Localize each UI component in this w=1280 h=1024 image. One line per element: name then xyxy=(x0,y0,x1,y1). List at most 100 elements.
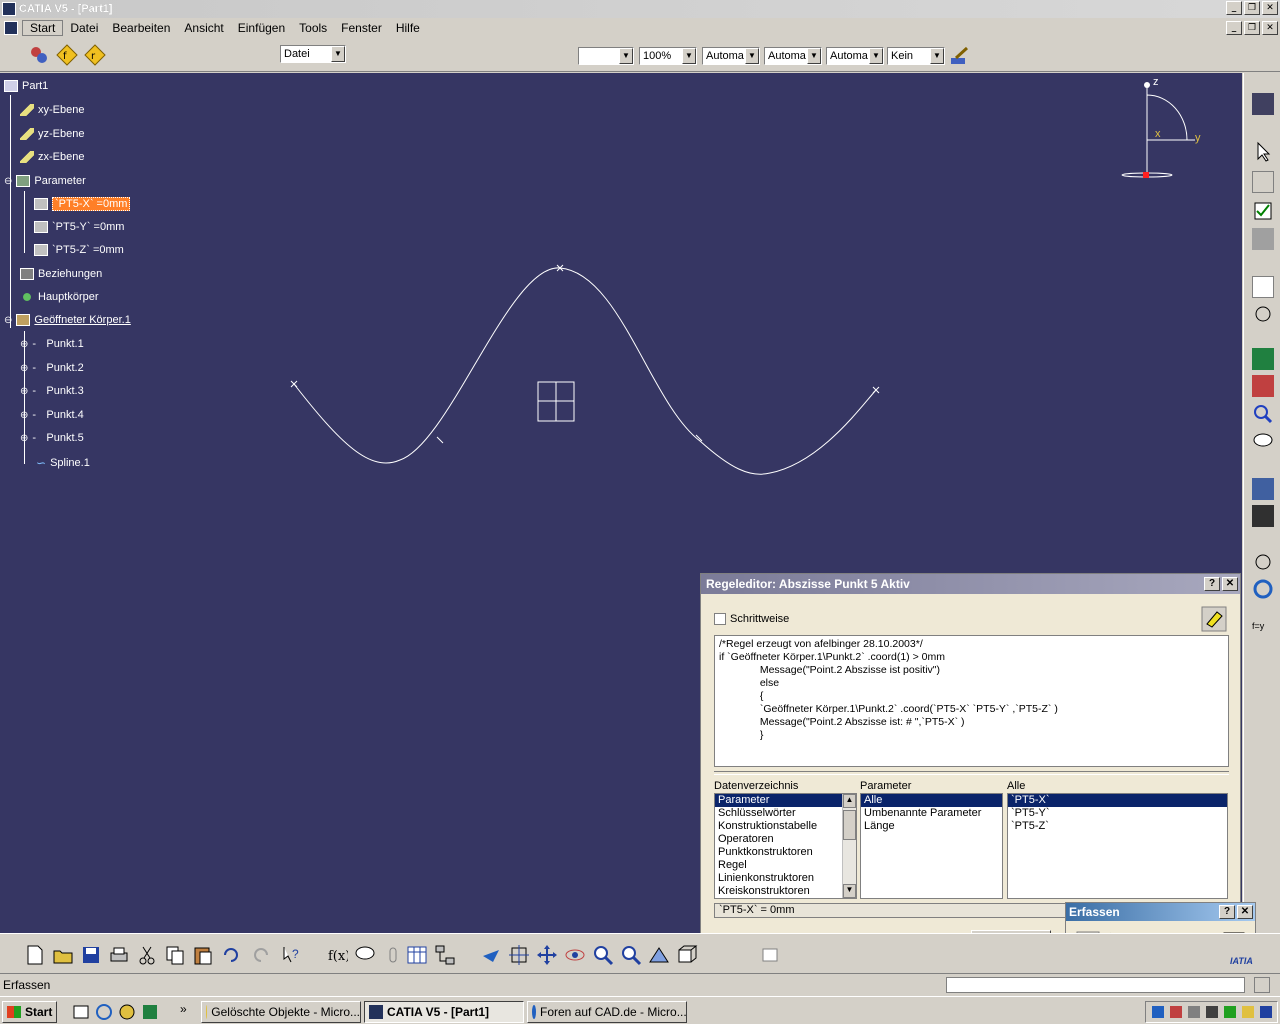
knowledge-table-icon[interactable] xyxy=(1252,348,1274,370)
redo-icon[interactable] xyxy=(250,944,272,966)
scroll-down-icon[interactable]: ▼ xyxy=(843,884,856,898)
list-item[interactable]: `PT5-X` xyxy=(1008,794,1227,807)
zoom-combo[interactable]: 100% ▼ xyxy=(639,47,697,65)
rule-code-editor[interactable]: /*Regel erzeugt von afelbinger 28.10.200… xyxy=(714,635,1229,767)
menu-fenster[interactable]: Fenster xyxy=(334,21,389,35)
knowledge-icon[interactable] xyxy=(28,44,50,66)
copy-icon[interactable] xyxy=(164,944,186,966)
paste-icon[interactable] xyxy=(192,944,214,966)
datenverzeichnis-list[interactable]: Parameter Schlüsselwörter Konstruktionst… xyxy=(714,793,857,899)
show-desktop-icon[interactable] xyxy=(72,1003,90,1021)
iso-view-icon[interactable] xyxy=(676,944,698,966)
tray-app-icon[interactable] xyxy=(1260,1006,1272,1018)
window-titlebar[interactable]: CATIA V5 - [Part1] _ ❐ ✕ xyxy=(0,0,1280,18)
search-icon[interactable] xyxy=(1252,403,1274,425)
law-icon[interactable] xyxy=(1252,551,1274,573)
save-icon[interactable] xyxy=(80,944,102,966)
parameter-filter-list[interactable]: Alle Umbenannte Parameter Länge xyxy=(860,793,1003,899)
dialog-titlebar[interactable]: Regeleditor: Abszisse Punkt 5 Aktiv ? ✕ xyxy=(701,574,1240,594)
list-item[interactable]: Linienkonstruktoren xyxy=(715,872,856,885)
scroll-up-icon[interactable]: ▲ xyxy=(843,794,856,808)
minimize-button[interactable]: _ xyxy=(1226,1,1242,15)
status-button[interactable] xyxy=(1254,977,1270,993)
fx-formula-icon[interactable]: f(x) xyxy=(326,944,348,966)
splitter[interactable] xyxy=(714,771,1229,775)
quicklaunch-more-icon[interactable]: » xyxy=(180,1002,187,1016)
checkbox-box[interactable] xyxy=(714,613,726,625)
scrollbar[interactable]: ▲ ▼ xyxy=(842,794,856,898)
erfassen-close-button[interactable]: ✕ xyxy=(1237,905,1253,919)
datei-combo[interactable]: Datei ▼ xyxy=(280,45,346,63)
comment-icon[interactable] xyxy=(1252,431,1274,453)
restore-button[interactable]: ❐ xyxy=(1244,1,1260,15)
antivirus-icon[interactable] xyxy=(1224,1006,1236,1018)
check-icon[interactable] xyxy=(1252,200,1274,222)
zoom-out-icon[interactable] xyxy=(620,944,642,966)
vb-macro-icon[interactable] xyxy=(1252,478,1274,500)
fit-all-icon[interactable] xyxy=(508,944,530,966)
list-item[interactable]: Konstruktionstabelle xyxy=(715,820,856,833)
list-item[interactable]: Regel xyxy=(715,859,856,872)
compass-icon[interactable]: z x y xyxy=(1120,75,1210,185)
layer-combo[interactable]: Kein ▼ xyxy=(887,47,945,65)
color-combo[interactable]: ▼ xyxy=(578,47,634,65)
value-field[interactable]: `PT5-X` = 0mm xyxy=(714,903,1069,918)
menu-einfuegen[interactable]: Einfügen xyxy=(231,21,292,35)
monitor-icon[interactable] xyxy=(1188,1006,1200,1018)
swirl-icon[interactable] xyxy=(1252,578,1274,600)
close-button[interactable]: ✕ xyxy=(1262,1,1278,15)
dialog-help-button[interactable]: ? xyxy=(1204,577,1220,591)
render-style-icon[interactable] xyxy=(760,944,782,966)
doc-restore-button[interactable]: ❐ xyxy=(1244,21,1260,35)
list-item[interactable]: Punktkonstruktoren xyxy=(715,846,856,859)
thickness-combo[interactable]: Automa ▼ xyxy=(764,47,822,65)
schrittweise-checkbox[interactable]: Schrittweise xyxy=(714,613,789,625)
sheet-icon[interactable] xyxy=(1252,276,1274,298)
link-icon[interactable] xyxy=(382,944,404,966)
tray-app-icon[interactable] xyxy=(1242,1006,1254,1018)
film-icon[interactable] xyxy=(1252,505,1274,527)
undo-icon[interactable] xyxy=(220,944,242,966)
linetype-combo[interactable]: Automa ▼ xyxy=(702,47,760,65)
menu-bearbeiten[interactable]: Bearbeiten xyxy=(105,21,177,35)
doc-minimize-button[interactable]: _ xyxy=(1226,21,1242,35)
eraser-icon[interactable] xyxy=(1201,606,1227,632)
graduation-cap-icon[interactable] xyxy=(1252,93,1274,115)
list-item[interactable]: `PT5-Y` xyxy=(1008,807,1227,820)
shield-icon[interactable] xyxy=(1170,1006,1182,1018)
formula-fx-icon[interactable] xyxy=(1252,171,1274,193)
members-list[interactable]: `PT5-X` `PT5-Y` `PT5-Z` xyxy=(1007,793,1228,899)
excel-icon[interactable] xyxy=(141,1003,159,1021)
list-item[interactable]: Schlüsselwörter xyxy=(715,807,856,820)
doc-close-button[interactable]: ✕ xyxy=(1262,21,1278,35)
point-combo[interactable]: Automa ▼ xyxy=(826,47,884,65)
open-folder-icon[interactable] xyxy=(52,944,74,966)
cut-icon[interactable] xyxy=(136,944,158,966)
pan-icon[interactable] xyxy=(536,944,558,966)
network-icon[interactable] xyxy=(1152,1006,1164,1018)
taskbar-item-foren-cad[interactable]: Foren auf CAD.de - Micro... xyxy=(527,1001,687,1023)
comment-icon[interactable] xyxy=(354,944,376,966)
erfassen-titlebar[interactable]: Erfassen ? ✕ xyxy=(1066,903,1255,921)
list-item[interactable]: Kreiskonstruktoren xyxy=(715,885,856,898)
command-input[interactable] xyxy=(946,977,1245,993)
list-item[interactable]: Parameter xyxy=(715,794,856,807)
paintbrush-icon[interactable] xyxy=(948,46,970,68)
menu-ansicht[interactable]: Ansicht xyxy=(177,21,230,35)
list-item[interactable]: `PT5-Z` xyxy=(1008,820,1227,833)
taskbar-item-geloeschte-objekte[interactable]: Gelöschte Objekte - Micro... xyxy=(201,1001,361,1023)
scroll-thumb[interactable] xyxy=(843,810,856,840)
normal-view-icon[interactable] xyxy=(648,944,670,966)
fxy-icon[interactable]: f=y xyxy=(1252,621,1274,643)
erfassen-help-button[interactable]: ? xyxy=(1219,905,1235,919)
table-icon[interactable] xyxy=(406,944,428,966)
outlook-icon[interactable] xyxy=(118,1003,136,1021)
menu-datei[interactable]: Datei xyxy=(63,21,105,35)
dialog-close-button[interactable]: ✕ xyxy=(1222,577,1238,591)
list-item[interactable]: Umbenannte Parameter xyxy=(861,807,1002,820)
menu-start[interactable]: Start xyxy=(22,20,64,36)
whats-this-help-icon[interactable]: ? xyxy=(280,944,302,966)
measure-icon[interactable] xyxy=(1252,228,1274,250)
list-item[interactable]: Länge xyxy=(861,820,1002,833)
fly-icon[interactable] xyxy=(480,944,502,966)
